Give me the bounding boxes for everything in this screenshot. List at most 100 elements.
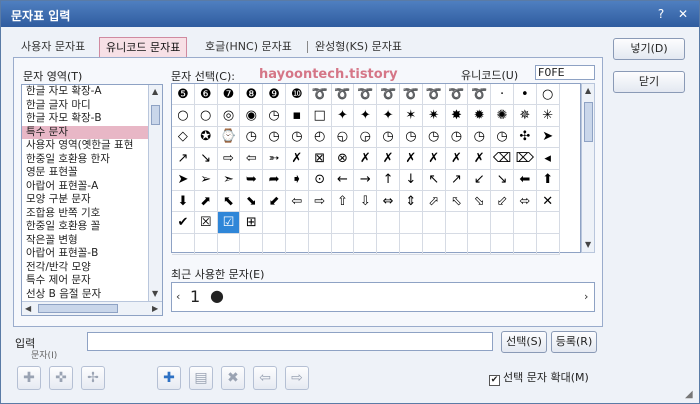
- list-hscroll[interactable]: ◀ ▶: [22, 301, 162, 315]
- char-cell[interactable]: ⊙: [308, 169, 332, 191]
- area-list-item[interactable]: 아랍어 표현꼴-A: [22, 180, 162, 194]
- left-arrow-icon[interactable]: ⇦: [253, 366, 277, 390]
- char-cell[interactable]: ▪: [285, 105, 309, 127]
- char-cell[interactable]: ◂: [536, 148, 560, 170]
- chevron-right-icon[interactable]: ›: [584, 290, 588, 303]
- char-cell[interactable]: ○: [536, 84, 560, 106]
- char-cell[interactable]: ✗: [377, 148, 400, 170]
- area-list-item[interactable]: 전각/반각 모양: [22, 261, 162, 275]
- char-cell[interactable]: ↘: [491, 169, 514, 191]
- delete-icon[interactable]: ✖: [221, 366, 245, 390]
- char-cell[interactable]: ⌫: [491, 148, 514, 170]
- char-cell[interactable]: ↗: [172, 148, 195, 170]
- char-cell[interactable]: [308, 212, 332, 234]
- char-cell[interactable]: ❼: [217, 84, 241, 106]
- char-cell[interactable]: ⊗: [331, 148, 355, 170]
- char-cell[interactable]: ⊠: [308, 148, 332, 170]
- char-cell[interactable]: ✹: [468, 105, 492, 127]
- char-cell[interactable]: ✗: [468, 148, 492, 170]
- select-button[interactable]: 선택(S): [501, 331, 547, 353]
- char-cell[interactable]: ·: [491, 84, 514, 106]
- char-cell[interactable]: ↖: [422, 169, 446, 191]
- edit-icon[interactable]: ▤: [189, 366, 213, 390]
- char-cell[interactable]: [399, 212, 423, 234]
- char-cell[interactable]: [263, 233, 286, 256]
- char-cell[interactable]: [513, 233, 537, 256]
- unicode-input[interactable]: F0FE: [535, 65, 595, 80]
- char-cell[interactable]: ➳: [263, 148, 286, 170]
- char-cell[interactable]: ⬈: [194, 190, 218, 213]
- char-cell[interactable]: [354, 233, 378, 256]
- char-cell[interactable]: [445, 233, 469, 256]
- char-cell[interactable]: ◷: [468, 126, 492, 149]
- char-cell[interactable]: ❺: [172, 84, 195, 106]
- char-cell[interactable]: [172, 233, 195, 256]
- area-list-item[interactable]: 사용자 영역(옛한글 표현: [22, 139, 162, 153]
- char-cell[interactable]: ⌦: [513, 148, 537, 170]
- char-cell[interactable]: ❻: [194, 84, 218, 106]
- char-cell[interactable]: [468, 212, 492, 234]
- char-cell[interactable]: ☒: [194, 212, 218, 234]
- area-list-item[interactable]: 작은꼴 변형: [22, 234, 162, 248]
- list-hscroll-thumb[interactable]: [38, 304, 118, 313]
- scroll-down-icon[interactable]: ▼: [152, 289, 158, 298]
- char-cell[interactable]: □: [308, 105, 332, 127]
- scroll-right-icon[interactable]: ▶: [152, 304, 158, 313]
- area-list-item[interactable]: 모양 구분 문자: [22, 193, 162, 207]
- char-cell[interactable]: ⬀: [422, 190, 446, 213]
- char-cell[interactable]: ⇔: [377, 190, 400, 213]
- char-cell[interactable]: [422, 233, 446, 256]
- char-cell[interactable]: [377, 233, 400, 256]
- char-cell[interactable]: [491, 233, 514, 256]
- char-cell[interactable]: ⬁: [445, 190, 469, 213]
- char-cell[interactable]: [513, 212, 537, 234]
- area-listbox[interactable]: 한글 자모 확장-A 한글 글자 마디 한글 자모 확장-B 특수 문자 사용자 영역(…: [21, 84, 163, 316]
- char-cell[interactable]: [240, 233, 264, 256]
- char-cell[interactable]: ✸: [445, 105, 469, 127]
- char-cell[interactable]: [285, 212, 309, 234]
- char-cell[interactable]: ◷: [263, 105, 286, 127]
- char-cell[interactable]: ❽: [240, 84, 264, 106]
- char-cell[interactable]: [331, 233, 355, 256]
- char-cell[interactable]: ◴: [308, 126, 332, 149]
- plus-icon[interactable]: ✚: [157, 366, 181, 390]
- char-cell[interactable]: ➦: [263, 169, 286, 191]
- char-cell[interactable]: [263, 212, 286, 234]
- list-vscroll[interactable]: ▲ ▼: [148, 85, 162, 301]
- char-cell[interactable]: ◷: [263, 126, 286, 149]
- tab-unicode-charset[interactable]: 유니코드 문자표: [99, 37, 188, 58]
- add-icon[interactable]: ✚: [17, 366, 41, 390]
- char-cell[interactable]: ◇: [172, 126, 195, 149]
- scroll-up-icon[interactable]: ▲: [152, 87, 158, 96]
- char-cell[interactable]: ✔: [172, 212, 195, 234]
- char-cell[interactable]: ↙: [468, 169, 492, 191]
- char-cell[interactable]: [422, 212, 446, 234]
- char-cell[interactable]: ◷: [491, 126, 514, 149]
- enlarge-checkbox[interactable]: ✔ 선택 문자 확대(M): [489, 369, 589, 386]
- move-icon[interactable]: ✢: [81, 366, 105, 390]
- char-cell[interactable]: ✗: [354, 148, 378, 170]
- char-cell[interactable]: [194, 233, 218, 256]
- char-cell[interactable]: [308, 233, 332, 256]
- char-cell[interactable]: ⌚: [217, 126, 241, 149]
- char-cell[interactable]: ✶: [399, 105, 423, 127]
- close-icon[interactable]: ✕: [675, 6, 691, 22]
- char-cell[interactable]: ✗: [285, 148, 309, 170]
- char-cell[interactable]: [536, 233, 560, 256]
- char-cell[interactable]: [377, 212, 400, 234]
- char-cell[interactable]: ↗: [445, 169, 469, 191]
- chevron-left-icon[interactable]: ‹: [176, 290, 180, 303]
- char-cell[interactable]: ✷: [422, 105, 446, 127]
- right-arrow-icon[interactable]: ⇨: [285, 366, 309, 390]
- char-cell[interactable]: ↑: [377, 169, 400, 191]
- char-cell[interactable]: ◷: [422, 126, 446, 149]
- char-cell[interactable]: [217, 233, 241, 256]
- char-cell[interactable]: ⇦: [240, 148, 264, 170]
- char-cell[interactable]: ✵: [513, 105, 537, 127]
- area-list-item[interactable]: 특수 제어 문자: [22, 274, 162, 288]
- char-cell[interactable]: [445, 212, 469, 234]
- char-cell[interactable]: [536, 212, 560, 234]
- char-cell[interactable]: ➥: [240, 169, 264, 191]
- char-cell[interactable]: ○: [172, 105, 195, 127]
- char-cell[interactable]: ⬆: [536, 169, 560, 191]
